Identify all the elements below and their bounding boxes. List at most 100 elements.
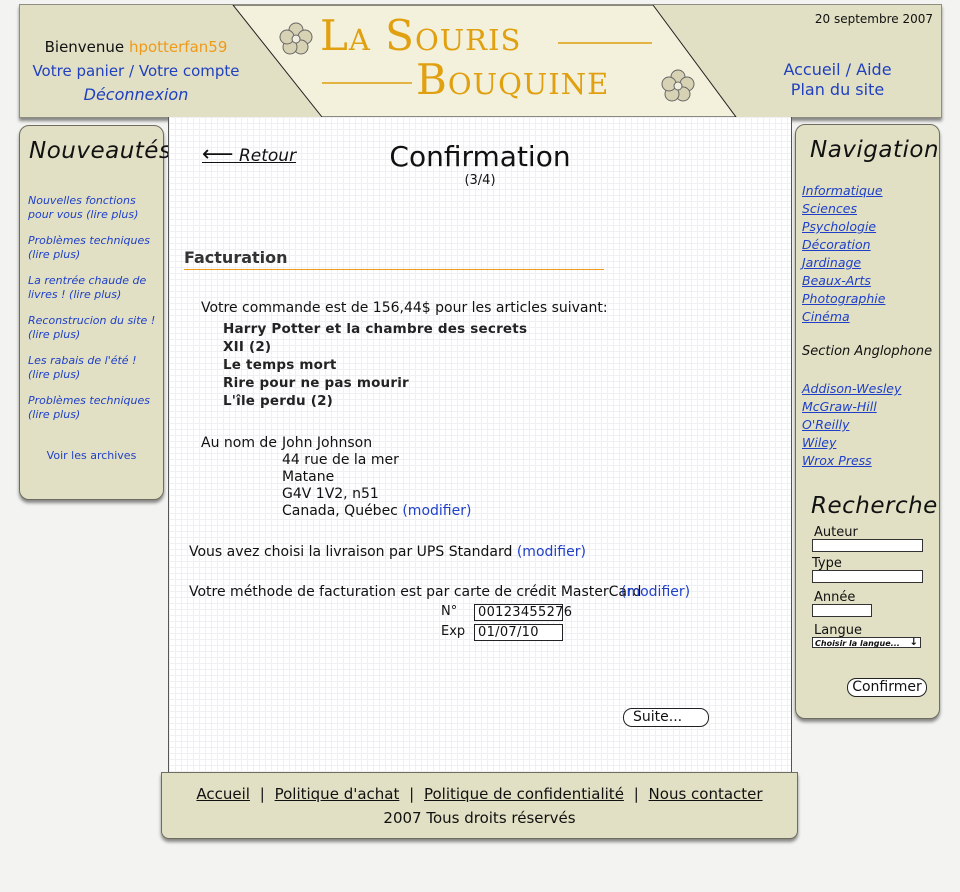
user-box: Bienvenue hpotterfan59 Votre panier / Vo…: [20, 35, 252, 107]
publisher-link[interactable]: Wrox Press: [802, 453, 872, 468]
copyright: 2007 Tous droits réservés: [383, 809, 576, 827]
separator: |: [259, 785, 265, 803]
english-section-title: Section Anglophone: [802, 344, 933, 359]
username[interactable]: hpotterfan59: [129, 38, 227, 56]
news-line: (lire plus): [28, 328, 81, 341]
address-line: Canada, Québec (modifier): [282, 503, 471, 519]
shipping-info: Vous avez choisi la livraison par UPS St…: [189, 544, 586, 560]
navigation-title: Navigation: [810, 137, 940, 163]
footer-home-link[interactable]: Accueil: [196, 785, 250, 803]
separator: /: [845, 60, 852, 79]
navigation-panel: Navigation Informatique Sciences Psychol…: [795, 124, 940, 719]
page-title: Confirmation: [389, 140, 571, 173]
address-text: Canada, Québec: [282, 503, 398, 519]
book-item: Rire pour ne pas mourir: [223, 375, 409, 391]
footer-links: Accueil | Politique d'achat | Politique …: [162, 785, 797, 803]
news-line: (lire plus): [28, 368, 81, 381]
site-header: La Souris Bouquine Bienvenue hpotterfan5…: [19, 4, 942, 118]
site-footer: Accueil | Politique d'achat | Politique …: [161, 772, 798, 839]
news-line: livres ! (lire plus): [28, 288, 122, 301]
news-item[interactable]: Problèmes techniques (lire plus): [28, 394, 158, 422]
category-link[interactable]: Sciences: [802, 201, 857, 216]
archives-link[interactable]: Voir les archives: [20, 449, 163, 462]
name-label: Au nom de: [201, 435, 277, 451]
publisher-link[interactable]: Addison-Wesley: [802, 381, 901, 396]
book-item: L'île perdu (2): [223, 393, 334, 409]
book-item: Harry Potter et la chambre des secrets: [223, 321, 528, 337]
confirm-button[interactable]: Confirmer: [847, 678, 927, 697]
search-title: Recherche: [811, 493, 938, 519]
next-button[interactable]: Suite...: [623, 708, 709, 727]
category-link[interactable]: Psychologie: [802, 219, 876, 234]
separator: /: [129, 62, 135, 80]
news-line: Problèmes techniques: [28, 394, 150, 407]
news-item[interactable]: Reconstrucion du site ! (lire plus): [28, 314, 158, 342]
author-label: Auteur: [814, 525, 858, 540]
type-label: Type: [812, 556, 842, 571]
footer-purchase-policy-link[interactable]: Politique d'achat: [275, 785, 400, 803]
cart-link[interactable]: Votre panier: [32, 62, 124, 80]
current-date: 20 septembre 2007: [814, 12, 933, 26]
address-line: G4V 1V2, n51: [282, 486, 379, 502]
header-nav: Accueil / Aide Plan du site: [760, 60, 915, 100]
help-link[interactable]: Aide: [856, 60, 891, 79]
account-link[interactable]: Votre compte: [139, 62, 240, 80]
news-line: Nouvelles fonctions: [28, 194, 136, 207]
separator: |: [409, 785, 415, 803]
card-number-label: N°: [441, 604, 458, 619]
category-link[interactable]: Informatique: [802, 183, 883, 198]
news-line: Les rabais de l'été !: [28, 354, 137, 367]
book-item: Le temps mort: [223, 357, 337, 373]
sitemap-link[interactable]: Plan du site: [760, 80, 915, 100]
news-line: La rentrée chaude de: [28, 274, 147, 287]
section-divider: [184, 269, 604, 270]
news-line: (lire plus): [28, 248, 81, 261]
news-line: Reconstrucion du site !: [28, 314, 156, 327]
home-link[interactable]: Accueil: [783, 60, 840, 79]
category-link[interactable]: Cinéma: [802, 309, 850, 324]
publisher-link[interactable]: O'Reilly: [802, 417, 849, 432]
logout-link[interactable]: Déconnexion: [20, 83, 252, 107]
card-number-field[interactable]: 00123455276: [474, 604, 572, 621]
category-link[interactable]: Décoration: [802, 237, 871, 252]
chevron-down-icon: ↓: [909, 637, 918, 648]
expiry-field[interactable]: 01/07/10: [474, 624, 563, 641]
modify-billing-link[interactable]: (modifier): [621, 584, 690, 600]
news-item[interactable]: La rentrée chaude de livres ! (lire plus): [28, 274, 158, 302]
billing-info: Votre méthode de facturation est par car…: [189, 584, 642, 600]
expiry-label: Exp: [441, 624, 466, 639]
category-link[interactable]: Photographie: [802, 291, 885, 306]
category-link[interactable]: Jardinage: [802, 255, 861, 270]
logo-line-1: La Souris: [320, 11, 522, 60]
news-item[interactable]: Problèmes techniques (lire plus): [28, 234, 158, 262]
year-field[interactable]: [812, 604, 872, 617]
separator: |: [633, 785, 639, 803]
year-label: Année: [814, 590, 856, 605]
news-line: (lire plus): [28, 408, 81, 421]
modify-shipping-link[interactable]: (modifier): [517, 544, 586, 560]
book-item: XII (2): [223, 339, 272, 355]
language-select-value: Choisir la langue...: [815, 639, 900, 648]
publisher-link[interactable]: Wiley: [802, 435, 836, 450]
welcome-text: Bienvenue: [44, 38, 125, 56]
address-line: John Johnson: [282, 435, 373, 451]
category-link[interactable]: Beaux-Arts: [802, 273, 871, 288]
next-label: Suite...: [633, 709, 683, 725]
news-item[interactable]: Nouvelles fonctions pour vous (lire plus): [28, 194, 158, 222]
type-field[interactable]: [812, 570, 923, 583]
footer-contact-link[interactable]: Nous contacter: [649, 785, 763, 803]
news-line: Problèmes techniques: [28, 234, 150, 247]
order-summary: Votre commande est de 156,44$ pour les a…: [201, 300, 608, 316]
language-select[interactable]: Choisir la langue... ↓: [812, 637, 921, 648]
step-indicator: (3/4): [464, 173, 496, 188]
modify-address-link[interactable]: (modifier): [402, 503, 471, 519]
language-label: Langue: [814, 623, 862, 638]
publisher-link[interactable]: McGraw-Hill: [802, 399, 877, 414]
news-item[interactable]: Les rabais de l'été ! (lire plus): [28, 354, 158, 382]
address-line: Matane: [282, 469, 335, 485]
address-line: 44 rue de la mer: [282, 452, 399, 468]
author-field[interactable]: [812, 539, 923, 552]
section-title: Facturation: [184, 248, 288, 267]
footer-privacy-link[interactable]: Politique de confidentialité: [424, 785, 624, 803]
news-title: Nouveautés: [29, 138, 172, 164]
